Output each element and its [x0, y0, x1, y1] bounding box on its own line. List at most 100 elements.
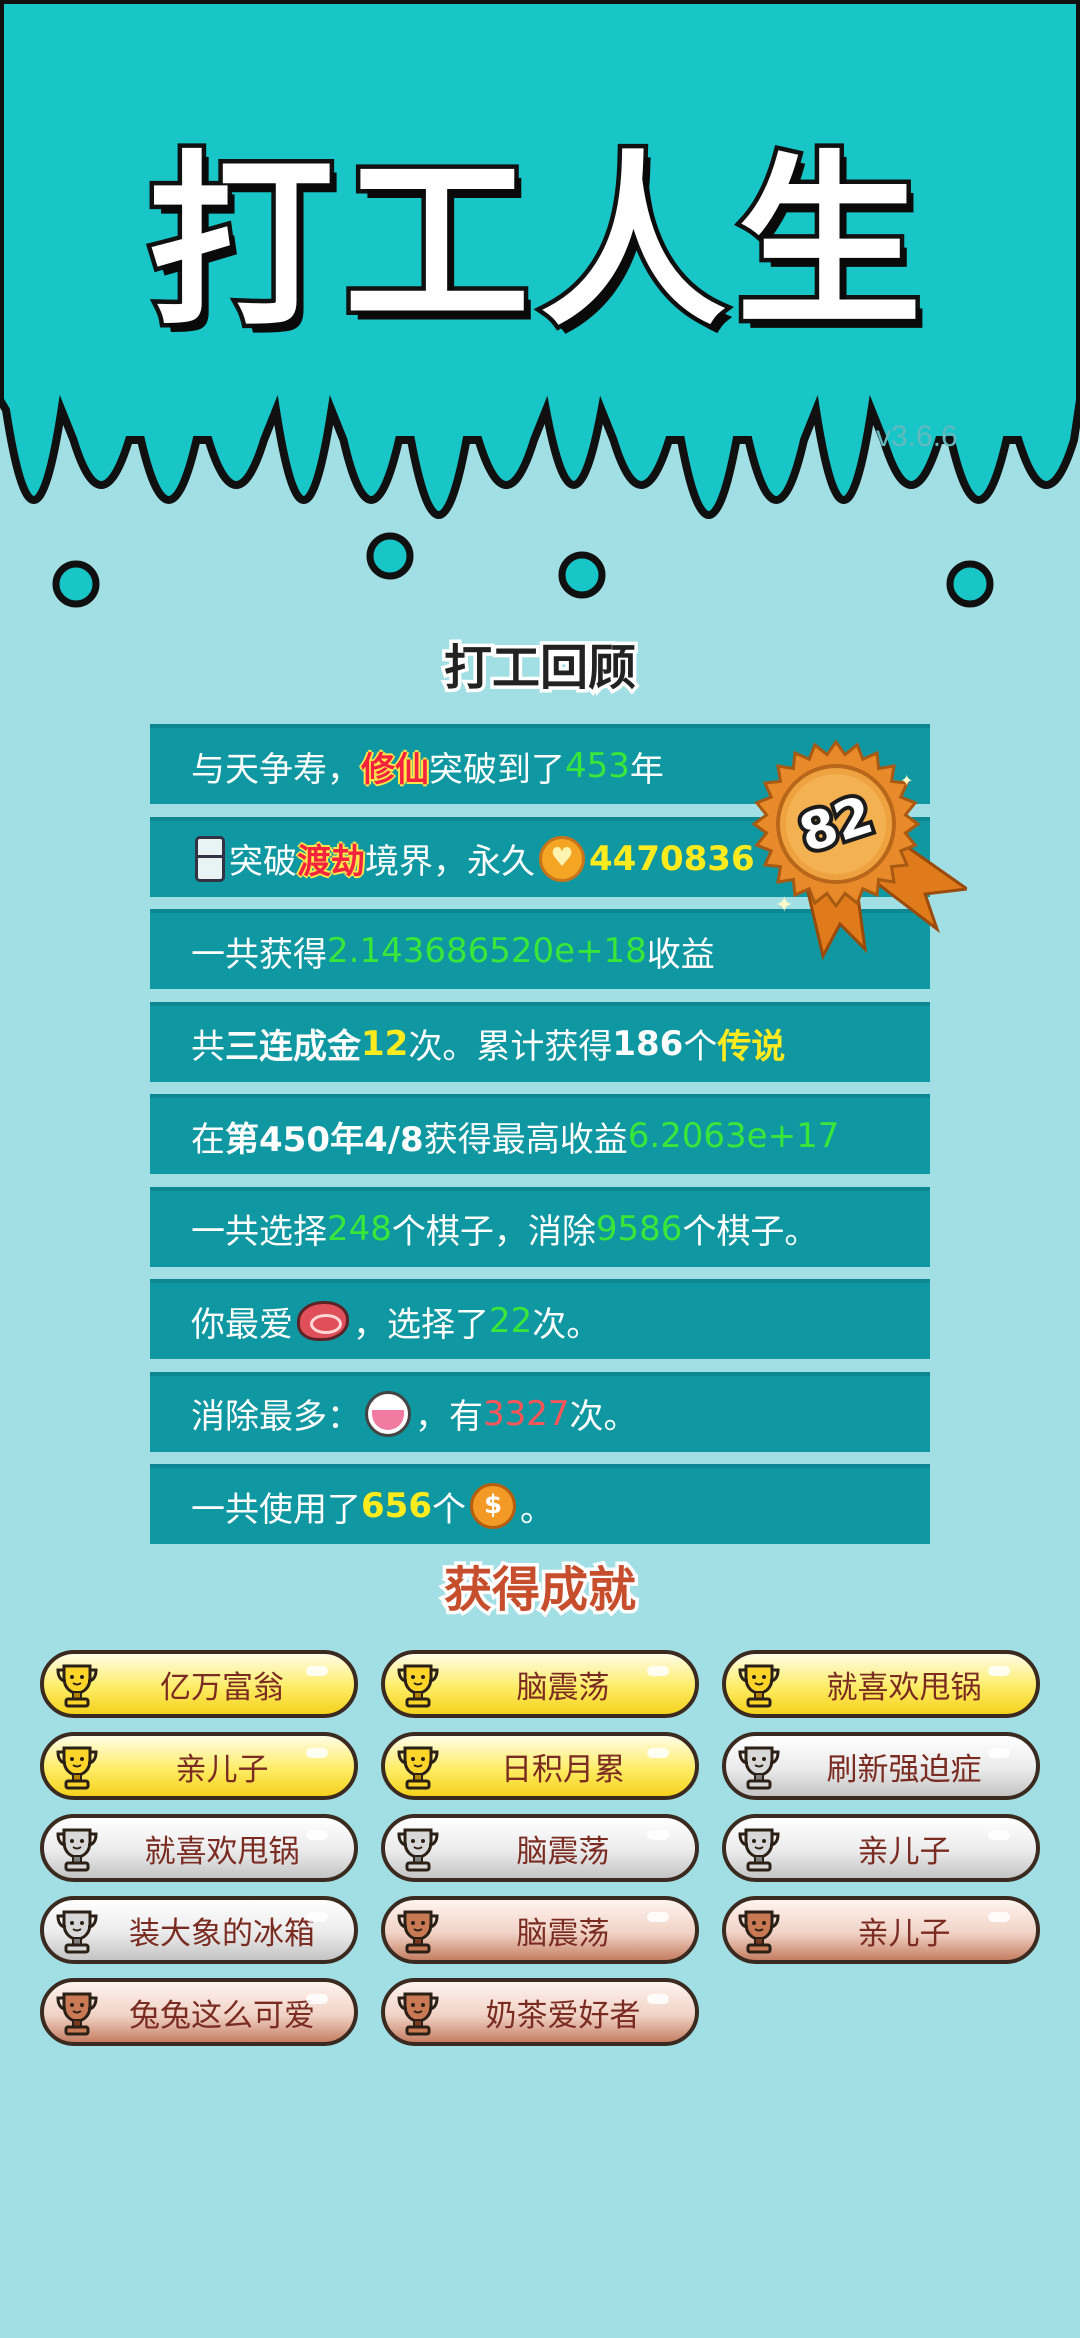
score-badge: 82 ✦ ✦ [751, 739, 967, 961]
achievement-badge[interactable]: 日积月累 [381, 1732, 699, 1800]
achievement-label: 就喜欢甩锅 [144, 1833, 300, 1870]
stat-text: 三连成金 [225, 1027, 361, 1067]
achievement-badge[interactable]: 刷新强迫症 [722, 1732, 1040, 1800]
stat-text: 2.143686520e+18 [327, 931, 647, 971]
stat-text: 次。 [569, 1397, 638, 1437]
review-stat-row: 共三连成金 12 次。累计获得 186 个传说 [150, 1001, 930, 1082]
trophy-icon [738, 1910, 780, 1954]
achievement-badge[interactable]: 兔兔这么可爱 [40, 1978, 358, 2046]
stat-text: 一共获得 [191, 934, 327, 975]
trophy-icon [738, 1746, 780, 1790]
stat-text: 境界，永久 [365, 842, 535, 882]
stat-text: ，选择了 [353, 1304, 489, 1345]
review-section-title: 打工回顾 [440, 640, 639, 696]
achievement-badge[interactable]: 装大象的冰箱 [40, 1896, 358, 1964]
trophy-icon [56, 1992, 98, 2036]
achievement-badge[interactable]: 奶茶爱好者 [381, 1978, 699, 2046]
stat-text: 22 [489, 1301, 533, 1341]
stat-text: 。 [519, 1489, 554, 1530]
stat-text: 个 [431, 1489, 466, 1530]
achievement-badge[interactable]: 脑震荡 [381, 1650, 699, 1718]
achievements-section-title: 获得成就 [440, 1562, 639, 1618]
achievement-badge[interactable]: 就喜欢甩锅 [40, 1814, 358, 1882]
stat-text: 修仙 [361, 749, 429, 790]
stat-text: 一共选择 [191, 1212, 327, 1252]
trophy-icon [397, 1664, 439, 1708]
stat-text: 9586 [595, 1208, 683, 1249]
achievement-label: 就喜欢甩锅 [826, 1669, 982, 1706]
steak-icon [297, 1301, 349, 1341]
achievement-label: 亲儿子 [175, 1751, 269, 1788]
achievement-label: 亲儿子 [857, 1915, 951, 1952]
stat-text: 年 [629, 749, 664, 790]
stat-text: 个棋子，消除 [391, 1212, 596, 1252]
stat-text: 453 [565, 746, 630, 786]
version-label: v3.6.6 [876, 420, 958, 453]
drip-drop [366, 532, 414, 580]
review-stat-row: 你最爱 ，选择了 22 次。 [150, 1279, 930, 1359]
review-stat-row: 在 第450年4/8 获得最高收益 6.2063e+17 [150, 1094, 930, 1174]
stat-text: 渡劫 [297, 842, 365, 882]
achievement-badge[interactable]: 脑震荡 [381, 1896, 699, 1964]
stat-text: 次。 [532, 1304, 601, 1345]
drip-drop [52, 560, 100, 608]
stat-text: 个 [683, 1027, 718, 1067]
stat-text: 消除最多： [191, 1397, 361, 1437]
stat-text: 4470836 [589, 838, 755, 879]
trophy-icon [56, 1910, 98, 1954]
fridge-icon [195, 835, 225, 882]
stat-text: 656 [361, 1486, 432, 1526]
review-stat-row: 一共选择 248 个棋子，消除 9586 个棋子。 [150, 1186, 930, 1267]
achievement-label: 刷新强迫症 [826, 1751, 982, 1788]
achievement-label: 装大象的冰箱 [129, 1915, 315, 1952]
trophy-icon [397, 1910, 439, 1954]
drip-drop [946, 560, 994, 608]
achievement-label: 脑震荡 [516, 1915, 610, 1952]
stat-text: 在 [191, 1119, 225, 1160]
trophy-icon [56, 1664, 98, 1708]
drip-drop [558, 551, 606, 599]
trophy-icon [397, 1746, 439, 1790]
bowl-icon [365, 1390, 411, 1437]
title-area: 打工人生 [0, 134, 1080, 351]
stat-text: 与天争寿， [191, 749, 361, 790]
stat-text: 突破 [229, 842, 297, 882]
trophy-icon [397, 1992, 439, 2036]
achievement-badge[interactable]: 亲儿子 [722, 1814, 1040, 1882]
stat-text: 个棋子。 [682, 1212, 819, 1252]
stat-text: 一共使用了 [191, 1489, 361, 1530]
achievement-badge[interactable]: 亲儿子 [40, 1732, 358, 1800]
achievement-badge[interactable]: 亿万富翁 [40, 1650, 358, 1718]
stat-text: 次。累计获得 [408, 1027, 613, 1067]
game-title: 打工人生 [143, 134, 932, 351]
trophy-icon [56, 1746, 98, 1790]
sparkle-icon: ✦ [900, 771, 913, 790]
coin-icon: $ [469, 1483, 516, 1529]
trophy-icon [397, 1828, 439, 1872]
stat-text: 248 [327, 1208, 392, 1249]
stat-text: 获得最高收益 [423, 1119, 628, 1160]
stat-text: 第450年4/8 [225, 1119, 424, 1160]
sparkle-icon: ✦ [775, 893, 793, 918]
achievement-label: 脑震荡 [516, 1833, 610, 1870]
stat-text: 传说 [717, 1027, 786, 1067]
achievement-badge[interactable]: 亲儿子 [722, 1896, 1040, 1964]
stat-text: 6.2063e+17 [627, 1116, 840, 1156]
achievement-badge[interactable]: 就喜欢甩锅 [722, 1650, 1040, 1718]
review-stat-row: 一共使用了 656 个 $。 [150, 1464, 930, 1544]
stat-text: ，有 [415, 1397, 483, 1437]
trophy-icon [738, 1664, 780, 1708]
stat-text: 186 [612, 1023, 684, 1064]
trophy-icon [56, 1828, 98, 1872]
achievement-label: 亿万富翁 [160, 1669, 284, 1706]
stat-text: 收益 [646, 934, 715, 975]
heart-coin-icon: ♥ [539, 835, 585, 882]
achievement-label: 脑震荡 [516, 1669, 610, 1706]
achievement-label: 兔兔这么可爱 [129, 1997, 315, 2034]
trophy-icon [738, 1828, 780, 1872]
achievement-label: 亲儿子 [857, 1833, 951, 1870]
achievement-badge[interactable]: 脑震荡 [381, 1814, 699, 1882]
achievement-label: 日积月累 [501, 1751, 625, 1788]
stat-text: 突破到了 [429, 749, 565, 790]
stat-text: 共 [191, 1027, 225, 1067]
